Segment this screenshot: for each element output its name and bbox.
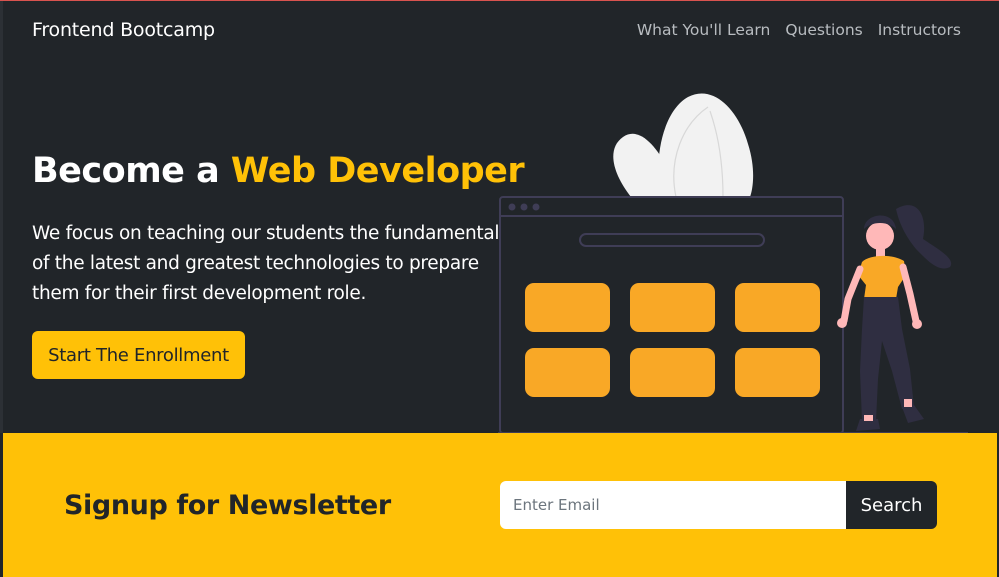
nav-link-what-youll-learn[interactable]: What You'll Learn (637, 21, 771, 39)
nav-link-questions[interactable]: Questions (785, 21, 862, 39)
brand-link[interactable]: Frontend Bootcamp (32, 19, 215, 41)
newsletter-section: Signup for Newsletter Search (3, 433, 997, 577)
hero-title-accent: Web Developer (230, 151, 525, 191)
newsletter-title: Signup for Newsletter (64, 490, 391, 521)
nav-link-instructors[interactable]: Instructors (878, 21, 961, 39)
browser-window-icon (499, 196, 844, 434)
email-input[interactable] (500, 481, 846, 529)
search-button[interactable]: Search (846, 481, 937, 529)
navbar: Frontend Bootcamp What You'll Learn Ques… (0, 1, 999, 61)
nav-links: What You'll Learn Questions Instructors (637, 21, 961, 39)
person-icon (837, 205, 952, 431)
start-enrollment-button[interactable]: Start The Enrollment (32, 331, 245, 379)
hero-description: We focus on teaching our students the fu… (32, 223, 509, 304)
hero-title: Become a Web Developer (32, 151, 525, 191)
web-developer-illustration (498, 93, 968, 434)
left-edge (0, 1, 3, 433)
plant-icon (613, 93, 754, 198)
page: Frontend Bootcamp What You'll Learn Ques… (0, 0, 999, 577)
hero-title-prefix: Become a (32, 151, 231, 191)
